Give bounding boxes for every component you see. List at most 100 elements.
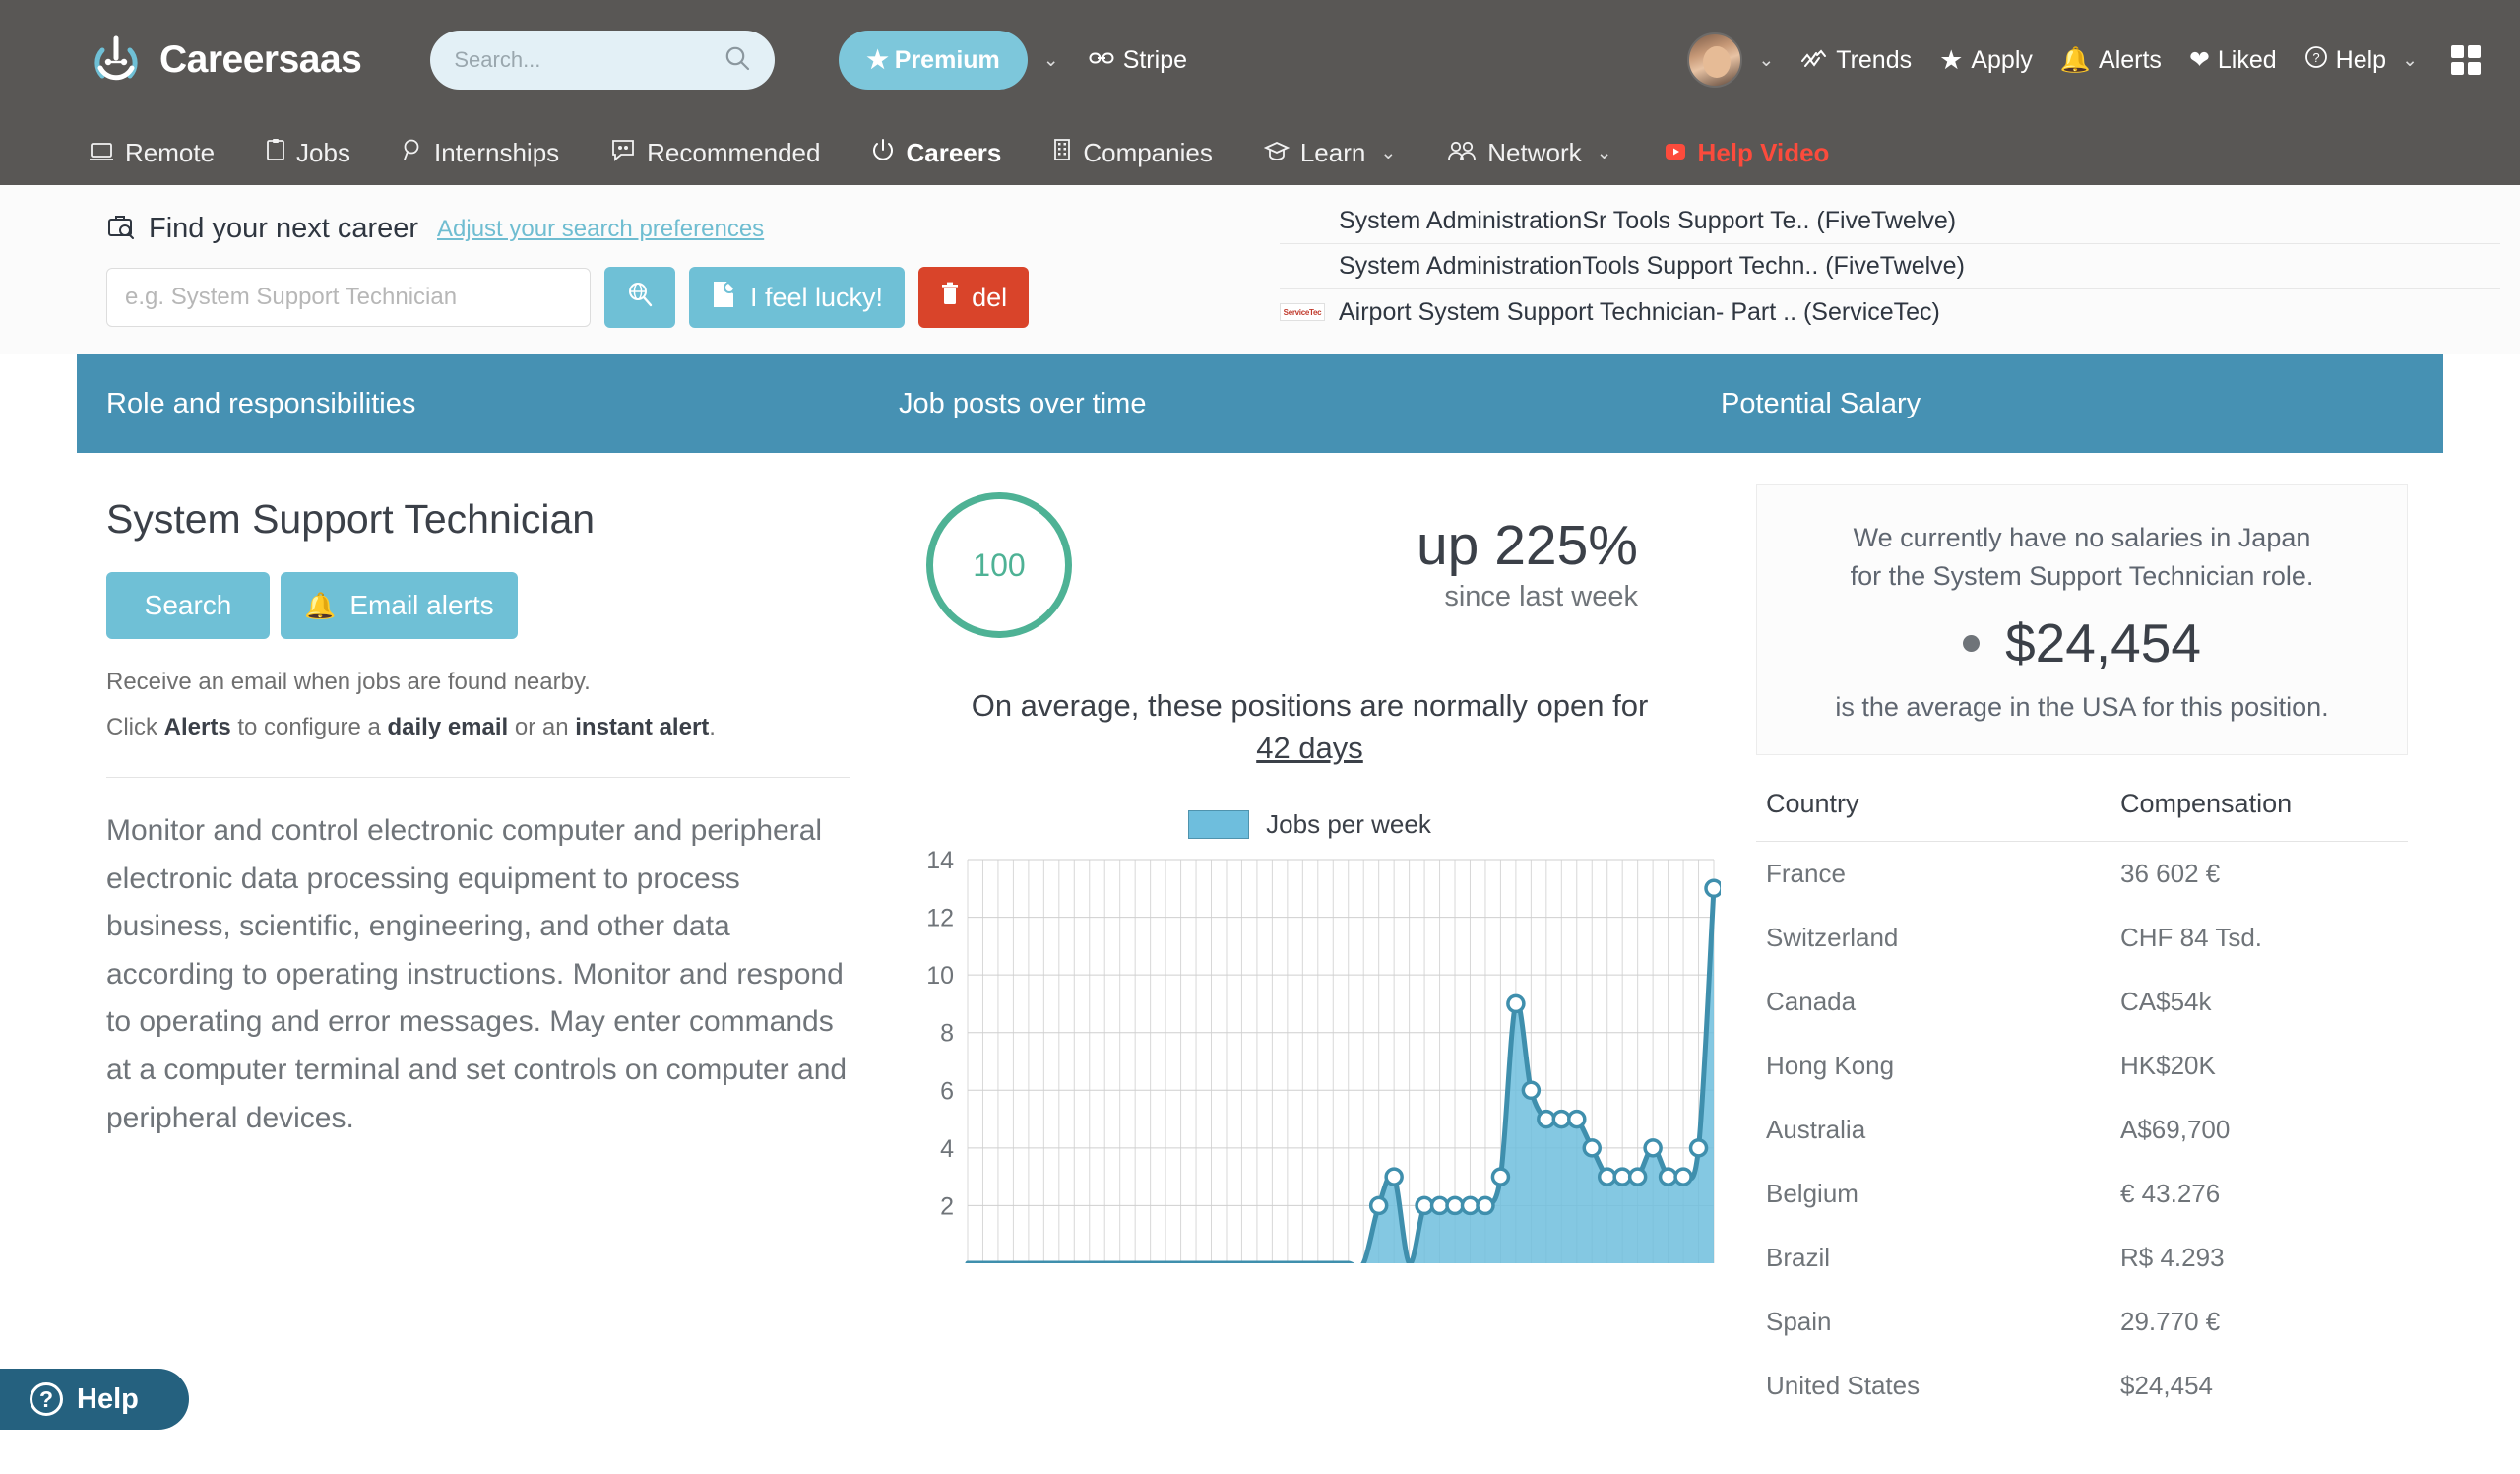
chart-data-point[interactable] — [1415, 1195, 1434, 1215]
nav-item-learn[interactable]: Learn ⌄ — [1263, 138, 1396, 168]
premium-button[interactable]: ★ Premium — [839, 31, 1028, 90]
salary-table: Country Compensation France 36 602 € Switz… — [1756, 789, 2408, 1418]
nav-item-remote[interactable]: Remote — [89, 138, 215, 168]
youtube-icon — [1664, 138, 1687, 168]
chart-data-point[interactable] — [1658, 1166, 1678, 1186]
power-person-icon — [89, 32, 144, 88]
bullet-dot-icon — [1963, 634, 1981, 652]
chart-data-point[interactable] — [1567, 1109, 1587, 1128]
help-caret-icon[interactable]: ⌄ — [2402, 51, 2418, 70]
cell-country: Australia — [1766, 1115, 1866, 1145]
job-posts-column: 100 up 225% since last week On average, … — [899, 453, 1721, 1474]
bell-icon: 🔔 — [2059, 45, 2092, 74]
premium-caret-icon[interactable]: ⌄ — [1043, 51, 1059, 70]
cell-compensation: 36 602 € — [2120, 859, 2221, 889]
email-alerts-button[interactable]: 🔔 Email alerts — [281, 572, 518, 639]
adjust-preferences-link[interactable]: Adjust your search preferences — [437, 216, 764, 243]
chart-data-point[interactable] — [1643, 1137, 1663, 1158]
laptop-icon — [89, 138, 114, 168]
jobs-per-week-chart[interactable]: 2 4 6 8 10 12 14 — [899, 850, 1721, 1273]
chart-data-point[interactable] — [1460, 1195, 1480, 1215]
average-open-days[interactable]: 42 days — [1256, 731, 1363, 765]
cell-country: Canada — [1766, 987, 1857, 1017]
nav-item-companies[interactable]: Companies — [1052, 138, 1213, 168]
chart-data-point[interactable] — [1582, 1137, 1602, 1158]
chart-data-point[interactable] — [1612, 1166, 1632, 1186]
chart-data-point[interactable] — [1551, 1109, 1572, 1128]
suggestion-item[interactable]: ServiceTec Airport System Support Techni… — [1280, 289, 2500, 335]
nav-item-recommended[interactable]: Recommended — [610, 138, 820, 168]
chart-data-point[interactable] — [1429, 1195, 1450, 1215]
email-alerts-label: Email alerts — [349, 590, 494, 620]
alerts-bold-instant: instant alert — [575, 714, 710, 740]
globe-search-icon — [625, 282, 655, 315]
topbar-link-help[interactable]: ? Help ⌄ — [2304, 45, 2418, 76]
job-title-input[interactable] — [106, 268, 591, 327]
chevron-down-icon[interactable]: ⌄ — [1597, 144, 1612, 162]
search-icon — [724, 44, 751, 77]
suggestion-item[interactable]: System AdministrationTools Support Techn… — [1280, 244, 2500, 289]
avatar[interactable] — [1687, 32, 1743, 88]
chart-data-point[interactable] — [1506, 993, 1526, 1013]
suggestion-item[interactable]: System AdministrationSr Tools Support Te… — [1280, 199, 2500, 244]
table-row: Spain 29.770 € — [1756, 1290, 2408, 1354]
cell-country: France — [1766, 859, 1846, 889]
suggestion-label: System AdministrationSr Tools Support Te… — [1339, 207, 1957, 234]
star-icon: ★ — [1939, 44, 1964, 75]
chart-data-point[interactable] — [1673, 1166, 1693, 1186]
header-potential-salary: Potential Salary — [1721, 387, 1922, 419]
global-search[interactable] — [430, 31, 776, 90]
cell-compensation: € 43.276 — [2120, 1179, 2221, 1209]
chart-data-point[interactable] — [1688, 1137, 1709, 1158]
legend-label: Jobs per week — [1266, 808, 1431, 839]
chart-data-point[interactable] — [1368, 1195, 1389, 1215]
nav-item-label: Remote — [125, 137, 216, 167]
nav-item-label: Recommended — [647, 137, 821, 167]
topbar-link-liked[interactable]: ❤ Liked — [2189, 45, 2277, 75]
help-widget-button[interactable]: ? Help — [0, 1369, 189, 1430]
chart-data-point[interactable] — [1597, 1166, 1617, 1186]
chart-data-point[interactable] — [1476, 1195, 1495, 1215]
nav-item-network[interactable]: Network ⌄ — [1447, 138, 1612, 168]
chart-data-point[interactable] — [1627, 1166, 1648, 1186]
heart-icon: ❤ — [2188, 46, 2210, 74]
i-feel-lucky-button[interactable]: I feel lucky! — [689, 267, 906, 328]
chart-data-point[interactable] — [1704, 878, 1721, 898]
table-header-row: Country Compensation — [1756, 789, 2408, 843]
delete-button[interactable]: del — [918, 267, 1030, 328]
role-description: Monitor and control electronic computer … — [106, 814, 848, 1134]
chart-data-point[interactable] — [1445, 1195, 1465, 1215]
topbar-link-trends[interactable]: Trends — [1801, 46, 1912, 75]
nav-item-help-video[interactable]: Help Video — [1664, 138, 1829, 168]
main-nav: Remote Jobs Internships Recommended Care… — [0, 120, 2520, 208]
header-job-posts-over-time: Job posts over time — [899, 387, 1147, 419]
globe-search-button[interactable] — [604, 267, 675, 328]
legend-swatch — [1188, 809, 1250, 839]
stripe-link[interactable]: Stripe — [1089, 46, 1187, 75]
role-actions: Search 🔔 Email alerts — [106, 572, 850, 639]
change-period: since last week — [1444, 581, 1638, 613]
no-salary-note: We currently have no salaries in Japan f… — [1781, 519, 2383, 596]
search-input[interactable] — [454, 47, 724, 73]
career-search-controls: I feel lucky! del — [106, 267, 1280, 328]
chart-data-point[interactable] — [1384, 1166, 1404, 1186]
table-row: Belgium € 43.276 — [1756, 1162, 2408, 1226]
power-icon — [871, 138, 895, 168]
topbar-link-alerts[interactable]: 🔔 Alerts — [2060, 46, 2162, 75]
clipboard-icon — [266, 138, 285, 168]
avatar-caret-icon[interactable]: ⌄ — [1758, 51, 1774, 70]
nav-item-jobs[interactable]: Jobs — [266, 138, 350, 168]
chart-data-point[interactable] — [1537, 1109, 1556, 1128]
nav-item-careers[interactable]: Careers — [871, 138, 1001, 168]
role-search-button[interactable]: Search — [106, 572, 270, 639]
change-stats: up 225% since last week — [1417, 516, 1721, 614]
grid-apps-icon[interactable] — [2451, 45, 2481, 75]
topbar-link-apply[interactable]: ★ Apply — [1939, 45, 2033, 76]
nav-item-internships[interactable]: Internships — [402, 138, 559, 168]
chart-data-point[interactable] — [1490, 1166, 1511, 1186]
chevron-down-icon[interactable]: ⌄ — [1380, 144, 1396, 162]
top-bar-right: ⌄ Trends ★ Apply 🔔 Alerts ❤ Liked ? Help… — [1687, 32, 2481, 88]
chart-data-point[interactable] — [1521, 1080, 1542, 1100]
career-search-section: Find your next career Adjust your search… — [0, 185, 2520, 354]
brand-logo[interactable]: Careersaas — [89, 32, 362, 88]
